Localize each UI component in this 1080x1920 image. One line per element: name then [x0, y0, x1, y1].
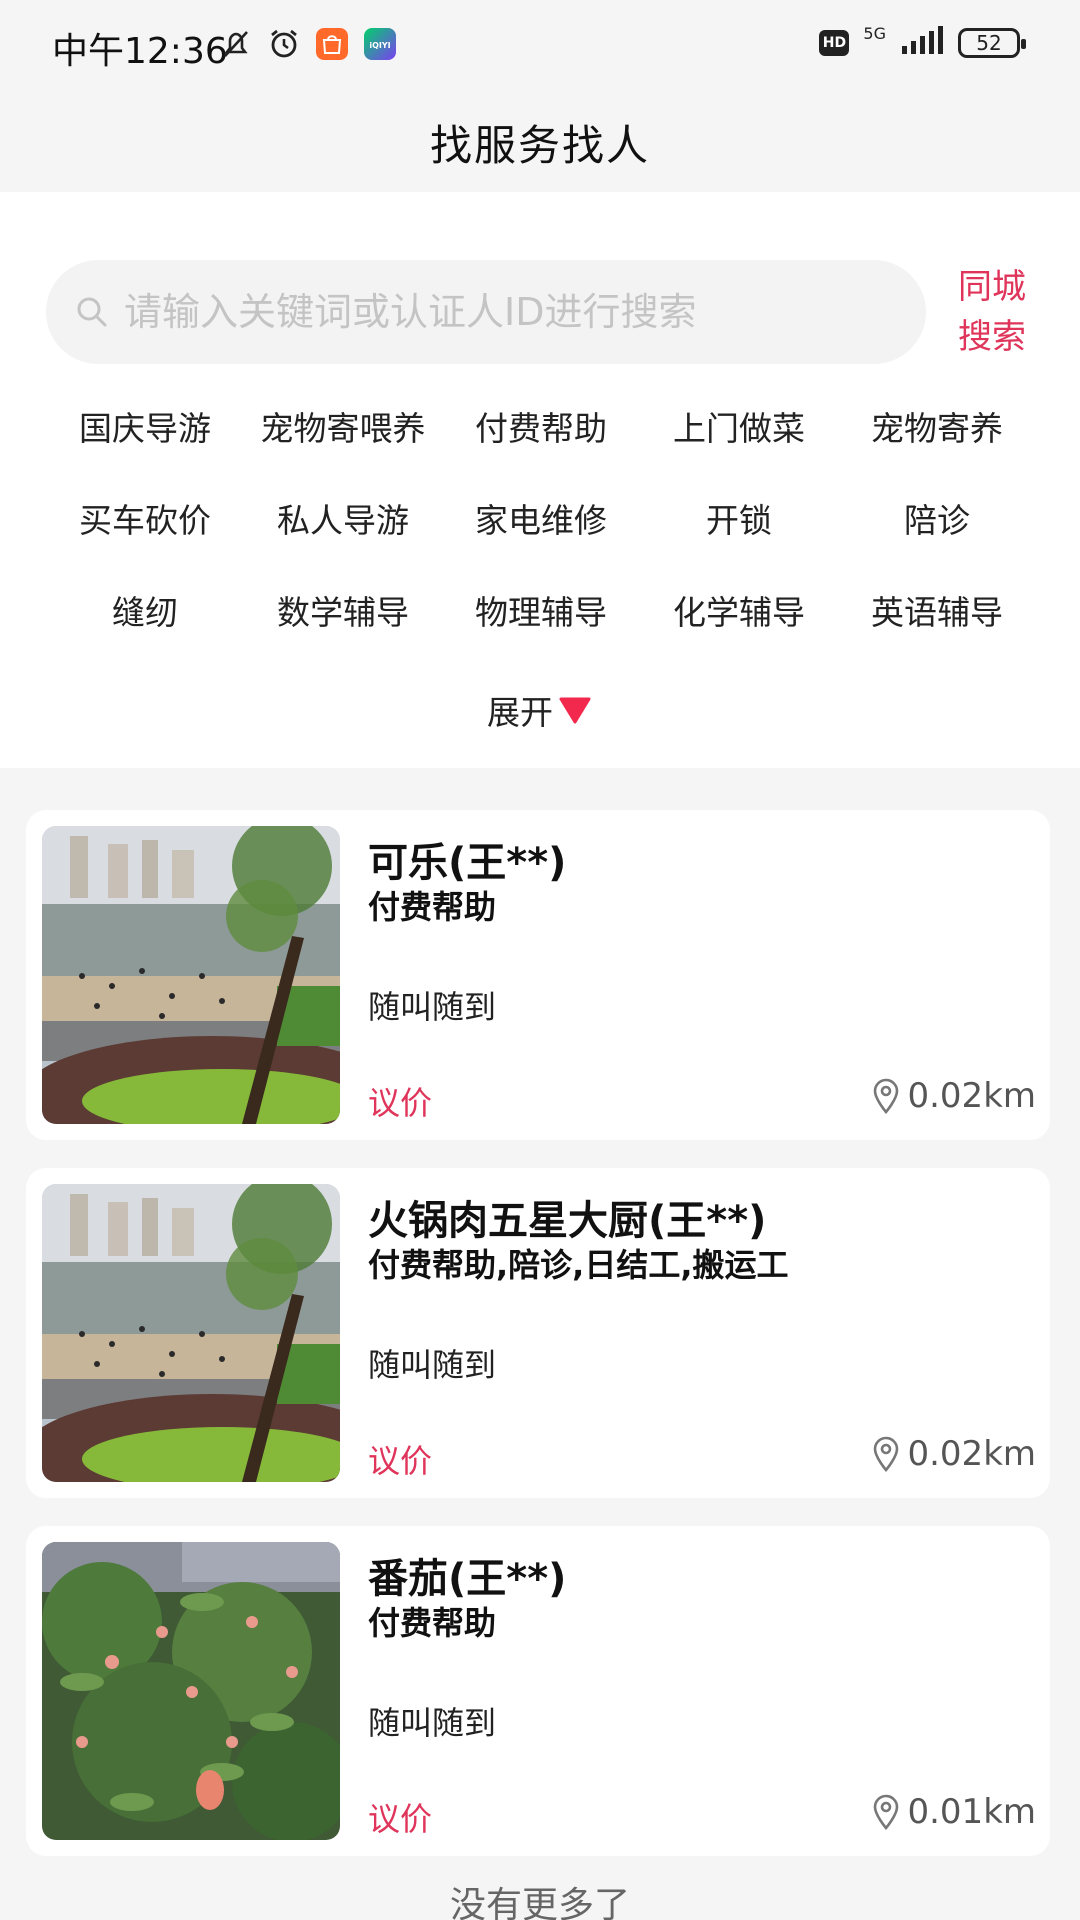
location-pin-icon — [871, 1436, 901, 1473]
location-pin-icon — [871, 1794, 901, 1831]
city-search-label-line1: 同城 — [958, 267, 1026, 307]
expand-label: 展开 — [487, 693, 553, 732]
category-item[interactable]: 家电维修 — [442, 472, 640, 564]
location-pin-icon — [871, 1078, 901, 1115]
city-search-label-line2: 搜索 — [958, 317, 1026, 357]
mi-store-app-icon — [314, 26, 350, 62]
iqiyi-app-icon: iQIYI — [362, 26, 398, 62]
search-input[interactable] — [124, 260, 904, 364]
service-price: 议价 — [368, 1084, 433, 1122]
category-item[interactable]: 付费帮助 — [442, 380, 640, 472]
service-note: 随叫随到 — [368, 1704, 497, 1742]
service-name: 可乐(王**) — [368, 840, 567, 886]
service-price: 议价 — [368, 1442, 433, 1480]
alarm-clock-icon — [266, 26, 302, 62]
service-name: 番茄(王**) — [368, 1556, 567, 1602]
mute-notification-icon — [218, 26, 254, 62]
service-note: 随叫随到 — [368, 988, 497, 1026]
distance-text: 0.02km — [907, 1434, 1036, 1474]
triangle-down-icon — [557, 695, 593, 725]
category-item[interactable]: 英语辅导 — [838, 564, 1036, 656]
service-name: 火锅肉五星大厨(王**) — [368, 1198, 767, 1244]
category-item[interactable]: 国庆导游 — [46, 380, 244, 472]
svg-text:iQIYI: iQIYI — [369, 41, 390, 50]
category-item[interactable]: 陪诊 — [838, 472, 1036, 564]
status-time: 中午12:36 — [52, 31, 228, 72]
city-search-button[interactable]: 同城 搜索 — [952, 262, 1032, 362]
category-item[interactable]: 物理辅导 — [442, 564, 640, 656]
service-photo — [42, 1184, 340, 1482]
page-title: 找服务找人 — [429, 120, 650, 170]
service-photo — [42, 826, 340, 1124]
distance-text: 0.02km — [907, 1076, 1036, 1116]
service-price: 议价 — [368, 1800, 433, 1838]
category-item[interactable]: 缝纫 — [46, 564, 244, 656]
distance-text: 0.01km — [907, 1792, 1036, 1832]
service-tags: 付费帮助,陪诊,日结工,搬运工 — [368, 1246, 789, 1284]
distance: 0.02km — [871, 1434, 1036, 1474]
status-icons-left: iQIYI — [218, 26, 398, 62]
search-box[interactable] — [46, 260, 926, 364]
network-type: 5G — [863, 23, 886, 43]
category-item[interactable]: 宠物寄养 — [838, 380, 1036, 472]
status-bar: 中午12:36 iQIYI HD 5G 52 — [0, 0, 1080, 92]
distance: 0.01km — [871, 1792, 1036, 1832]
category-item[interactable]: 数学辅导 — [244, 564, 442, 656]
category-grid: 国庆导游 宠物寄喂养 付费帮助 上门做菜 宠物寄养 买车砍价 私人导游 家电维修… — [46, 380, 1036, 656]
hd-badge: HD — [819, 30, 850, 56]
search-icon — [74, 294, 110, 330]
search-panel: 同城 搜索 国庆导游 宠物寄喂养 付费帮助 上门做菜 宠物寄养 买车砍价 私人导… — [0, 192, 1080, 768]
category-item[interactable]: 上门做菜 — [640, 380, 838, 472]
category-item[interactable]: 宠物寄喂养 — [244, 380, 442, 472]
distance: 0.02km — [871, 1076, 1036, 1116]
service-card[interactable]: 可乐(王**) 付费帮助 随叫随到 议价 0.02km — [26, 810, 1050, 1140]
expand-button[interactable]: 展开 — [0, 680, 1080, 740]
category-item[interactable]: 买车砍价 — [46, 472, 244, 564]
no-more-text: 没有更多了 — [449, 1885, 630, 1920]
service-card[interactable]: 番茄(王**) 付费帮助 随叫随到 议价 0.01km — [26, 1526, 1050, 1856]
service-photo — [42, 1542, 340, 1840]
category-item[interactable]: 化学辅导 — [640, 564, 838, 656]
signal-strength-icon — [900, 26, 944, 60]
battery-indicator: 52 — [958, 28, 1026, 58]
title-bar: 找服务找人 — [0, 92, 1080, 192]
service-tags: 付费帮助 — [368, 1604, 497, 1642]
service-note: 随叫随到 — [368, 1346, 497, 1384]
category-item[interactable]: 私人导游 — [244, 472, 442, 564]
service-card[interactable]: 火锅肉五星大厨(王**) 付费帮助,陪诊,日结工,搬运工 随叫随到 议价 0.0… — [26, 1168, 1050, 1498]
category-item[interactable]: 开锁 — [640, 472, 838, 564]
status-icons-right: HD 5G 52 — [819, 23, 1026, 60]
service-tags: 付费帮助 — [368, 888, 497, 926]
